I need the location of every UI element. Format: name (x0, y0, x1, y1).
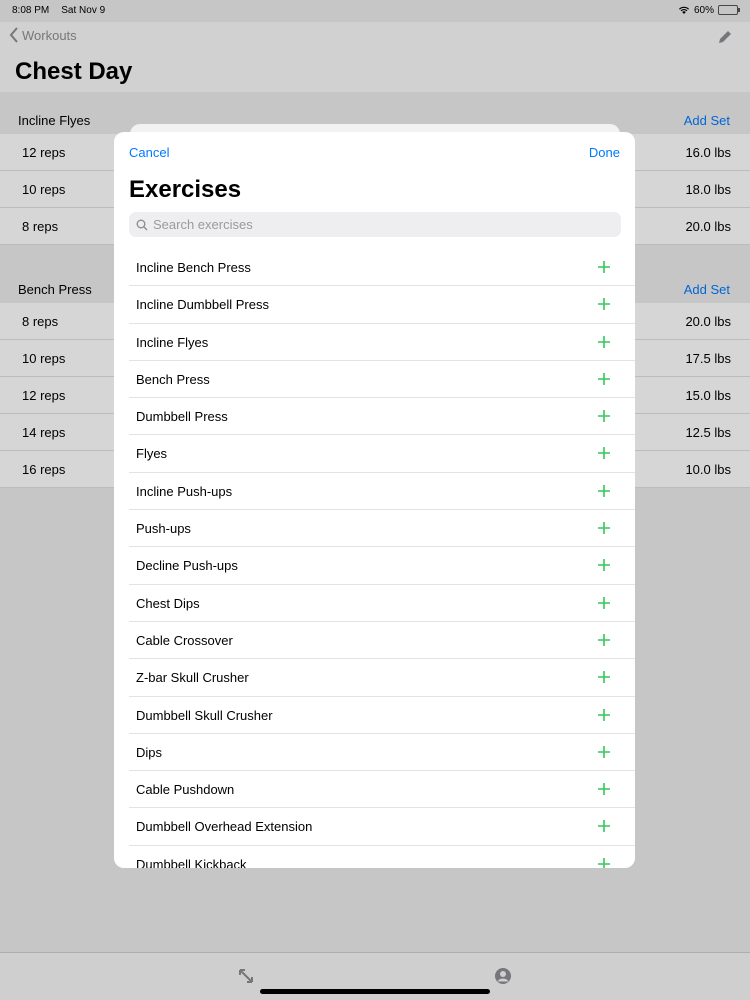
page-title: Chest Day (15, 58, 133, 85)
done-button[interactable]: Done (589, 145, 620, 160)
person-icon[interactable] (494, 967, 512, 985)
set-weight: 15.0 lbs (685, 388, 731, 403)
exercise-row[interactable]: Flyes (129, 435, 635, 473)
set-weight: 16.0 lbs (685, 145, 731, 160)
wifi-icon (678, 6, 689, 14)
search-bar[interactable] (129, 212, 621, 237)
plus-icon[interactable] (597, 745, 611, 759)
modal-title: Exercises (129, 176, 242, 203)
exercise-name: Push-ups (136, 521, 191, 537)
set-weight: 17.5 lbs (685, 351, 731, 366)
set-weight: 12.5 lbs (685, 425, 731, 440)
exercise-row[interactable]: Incline Push-ups (129, 473, 635, 511)
set-reps: 8 reps (22, 219, 59, 234)
exercise-row[interactable]: Incline Dumbbell Press (129, 286, 635, 324)
exercise-name: Incline Push-ups (136, 483, 233, 499)
set-weight: 18.0 lbs (685, 182, 731, 197)
exercise-name: Dumbbell Kickback (136, 856, 247, 868)
search-icon (136, 219, 148, 230)
exercise-name: Incline Flyes (136, 334, 209, 350)
plus-icon[interactable] (597, 558, 611, 572)
plus-icon[interactable] (597, 372, 611, 386)
set-weight: 20.0 lbs (685, 219, 731, 234)
section-name: Incline Flyes (18, 113, 91, 128)
exercise-row[interactable]: Chest Dips (129, 585, 635, 622)
exercise-row[interactable]: Cable Crossover (129, 622, 635, 660)
exercise-name: Z-bar Skull Crusher (136, 670, 249, 686)
back-button[interactable]: Workouts (8, 26, 77, 44)
battery-icon (718, 5, 740, 15)
exercises-modal: Cancel Done Exercises Incline Bench Pres… (114, 132, 635, 868)
plus-icon[interactable] (597, 633, 611, 647)
add-set-button[interactable]: Add Set (684, 282, 730, 297)
exercise-row[interactable]: Incline Flyes (129, 324, 635, 361)
plus-icon[interactable] (597, 857, 611, 868)
exercise-list: Incline Bench Press Incline Dumbbell Pres… (114, 249, 635, 868)
status-date: Sat Nov 9 (61, 4, 106, 16)
plus-icon[interactable] (597, 260, 611, 274)
section-name: Bench Press (18, 282, 92, 297)
status-bar: 8:08 PM Sat Nov 9 60% (0, 0, 750, 20)
add-set-button[interactable]: Add Set (684, 113, 730, 128)
battery-percent: 60% (693, 4, 714, 16)
exercise-name: Chest Dips (136, 595, 200, 611)
navigation-bar: Workouts Chest Day (0, 22, 750, 92)
exercise-row[interactable]: Z-bar Skull Crusher (129, 659, 635, 697)
expand-arrows-icon[interactable] (237, 967, 255, 985)
exercise-name: Dumbbell Press (136, 409, 228, 425)
exercise-name: Cable Pushdown (136, 782, 235, 798)
plus-icon[interactable] (597, 670, 611, 684)
plus-icon[interactable] (597, 782, 611, 796)
exercise-name: Dumbbell Overhead Extension (136, 819, 313, 835)
set-reps: 14 reps (22, 425, 66, 440)
exercise-name: Cable Crossover (136, 632, 233, 648)
exercise-row[interactable]: Dips (129, 734, 635, 772)
plus-icon[interactable] (597, 521, 611, 535)
exercise-row[interactable]: Bench Press (129, 361, 635, 399)
exercise-row[interactable]: Dumbbell Overhead Extension (129, 808, 635, 846)
exercise-row[interactable]: Dumbbell Skull Crusher (129, 697, 635, 734)
plus-icon[interactable] (597, 297, 611, 311)
plus-icon[interactable] (597, 409, 611, 423)
set-reps: 10 reps (22, 351, 66, 366)
exercise-name: Incline Bench Press (136, 260, 251, 275)
exercise-name: Dumbbell Skull Crusher (136, 707, 273, 723)
exercise-name: Incline Dumbbell Press (136, 297, 269, 313)
plus-icon[interactable] (597, 484, 611, 498)
exercise-row[interactable]: Cable Pushdown (129, 771, 635, 809)
plus-icon[interactable] (597, 596, 611, 610)
pencil-icon[interactable] (716, 28, 734, 46)
chevron-left-icon (9, 27, 18, 43)
back-button-label: Workouts (22, 27, 77, 43)
exercise-name: Flyes (136, 446, 168, 462)
set-reps: 16 reps (22, 462, 66, 477)
exercise-row[interactable]: Dumbbell Kickback (129, 846, 635, 868)
status-time: 8:08 PM (12, 4, 50, 16)
plus-icon[interactable] (597, 446, 611, 460)
home-indicator[interactable] (260, 989, 490, 994)
exercise-name: Bench Press (136, 371, 210, 387)
set-reps: 10 reps (22, 182, 66, 197)
set-weight: 10.0 lbs (685, 462, 731, 477)
set-reps: 8 reps (22, 314, 59, 329)
exercise-name: Dips (136, 744, 163, 760)
cancel-button[interactable]: Cancel (129, 145, 169, 160)
search-input[interactable] (153, 217, 593, 232)
exercise-row[interactable]: Dumbbell Press (129, 398, 635, 436)
plus-icon[interactable] (597, 335, 611, 349)
set-reps: 12 reps (22, 145, 66, 160)
set-reps: 12 reps (22, 388, 66, 403)
exercise-row[interactable]: Decline Push-ups (129, 547, 635, 585)
plus-icon[interactable] (597, 819, 611, 833)
exercise-row[interactable]: Push-ups (129, 510, 635, 548)
exercise-name: Decline Push-ups (136, 558, 238, 574)
plus-icon[interactable] (597, 708, 611, 722)
exercise-row[interactable]: Incline Bench Press (129, 249, 635, 287)
set-weight: 20.0 lbs (685, 314, 731, 329)
